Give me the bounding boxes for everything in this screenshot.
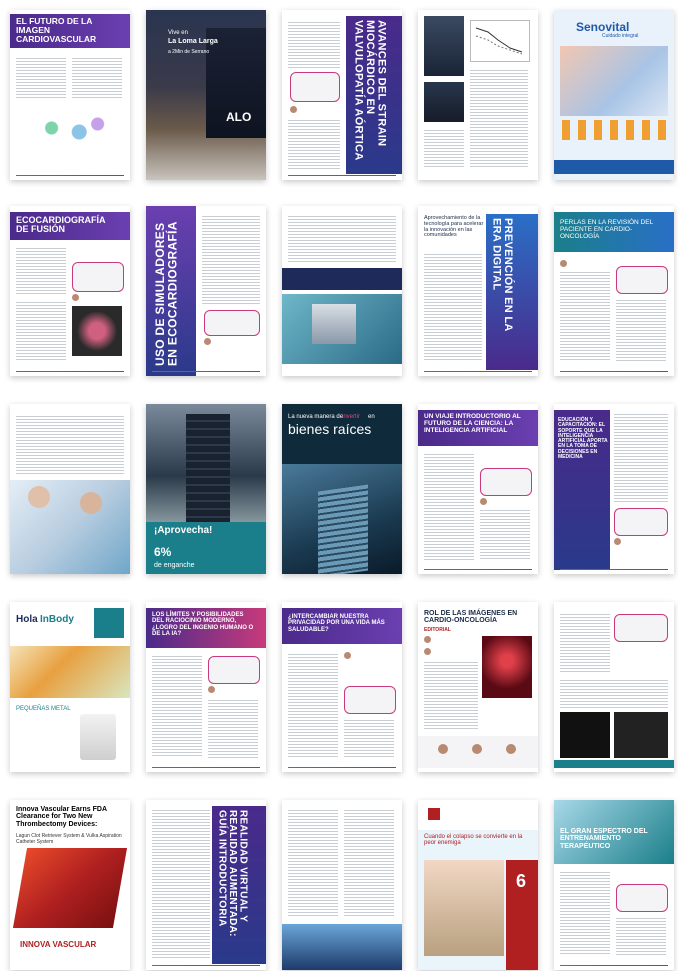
news-sub: Lagun Clot Retriever System & Vulka Aspi… [16, 833, 122, 845]
page-thumbnail[interactable] [282, 206, 402, 376]
ad-headline-accent: invertir [342, 414, 361, 420]
page-thumbnail[interactable]: EDUCACIÓN Y CAPACITACIÓN: EL SOPORTE QUE… [554, 404, 674, 574]
news-headline: Innova Vascular Earns FDA Clearance for … [16, 806, 107, 828]
page-thumbnail[interactable]: Senovital Cuidado integral [554, 10, 674, 180]
page-thumbnail[interactable]: Cuando el colapso se convierte en la peo… [418, 800, 538, 970]
article-title: UN VIAJE INTRODUCTORIO AL FUTURO DE LA C… [424, 413, 521, 434]
page-thumbnail[interactable]: USO DE SIMULADORES EN ECOCARDIOGRAFÍA [146, 206, 266, 376]
promo-amount-label: de enganche [154, 562, 195, 569]
page-thumbnail[interactable]: EL GRAN ESPECTRO DEL ENTRENAMIENTO TERAP… [554, 800, 674, 970]
page-thumbnail[interactable]: Hola InBody PEQUEÑAS METAL [10, 602, 130, 772]
page-thumbnail[interactable]: Innova Vascular Earns FDA Clearance for … [10, 800, 130, 970]
brand-logo: Senovital [576, 20, 630, 34]
page-thumbnail[interactable]: Aprovechamiento de la tecnología para ac… [418, 206, 538, 376]
article-title: ROL DE LAS IMÁGENES EN CARDIO-ONCOLOGÍA [424, 610, 518, 625]
article-title: EDUCACIÓN Y CAPACITACIÓN: EL SOPORTE QUE… [558, 417, 608, 460]
page-thumbnail[interactable]: LOS LÍMITES Y POSIBILIDADES DEL RACIOCIN… [146, 602, 266, 772]
page-thumbnail[interactable]: Vive en La Loma Larga a 2Min de Serrano … [146, 10, 266, 180]
section-label: EDITORIAL [424, 627, 451, 633]
page-thumbnail[interactable]: PERLAS EN LA REVISIÓN DEL PACIENTE EN CA… [554, 206, 674, 376]
article-title: REALIDAD VIRTUAL Y REALIDAD AUMENTADA: G… [216, 810, 249, 937]
article-title: LOS LÍMITES Y POSIBILIDADES DEL RACIOCIN… [152, 612, 254, 637]
page-thumbnail[interactable] [282, 800, 402, 970]
page-thumbnail[interactable]: ¿INTERCAMBIAR NUESTRA PRIVACIDAD POR UNA… [282, 602, 402, 772]
ad-line: La Loma Larga [168, 38, 218, 45]
page-thumbnail[interactable]: UN VIAJE INTRODUCTORIO AL FUTURO DE LA C… [418, 404, 538, 574]
magazine-page-grid: EL FUTURO DE LA IMAGEN CARDIOVASCULAR Vi… [0, 0, 678, 971]
article-title: USO DE SIMULADORES EN ECOCARDIOGRAFÍA [153, 221, 180, 366]
ad-headline: en [368, 414, 375, 420]
page-thumbnail[interactable] [10, 404, 130, 574]
page-thumbnail[interactable] [418, 10, 538, 180]
page-thumbnail[interactable] [554, 602, 674, 772]
page-thumbnail[interactable]: REALIDAD VIRTUAL Y REALIDAD AUMENTADA: G… [146, 800, 266, 970]
ad-line: Vive en [168, 30, 188, 36]
brand-tagline: Cuidado integral [602, 33, 639, 39]
promo-amount: 6% [154, 545, 172, 559]
ad-headline-big: bienes raíces [288, 421, 372, 437]
ad-headline: La nueva manera de [288, 414, 344, 420]
page-thumbnail[interactable]: EL FUTURO DE LA IMAGEN CARDIOVASCULAR [10, 10, 130, 180]
article-title: PREVENCIÓN EN LA ERA DIGITAL [490, 218, 515, 332]
article-title: ECOCARDIOGRAFÍA DE FUSIÓN [16, 215, 106, 235]
page-thumbnail[interactable]: La nueva manera de invertir en bienes ra… [282, 404, 402, 574]
article-heading: Aprovechamiento de la tecnología para ac… [424, 215, 484, 239]
brand-logo: INNOVA VASCULAR [20, 940, 97, 949]
page-thumbnail[interactable]: ¡Aprovecha! 6% de enganche [146, 404, 266, 574]
brand-logo: InBody [40, 614, 74, 625]
promo-text: ¡Aprovecha! [154, 525, 213, 536]
ad-headline: Cuando el colapso se convierte en la peo… [424, 834, 523, 847]
article-title: EL FUTURO DE LA IMAGEN CARDIOVASCULAR [16, 16, 97, 44]
page-thumbnail[interactable]: ROL DE LAS IMÁGENES EN CARDIO-ONCOLOGÍA … [418, 602, 538, 772]
brand-logo: Hola [16, 614, 38, 625]
page-thumbnail[interactable]: ECOCARDIOGRAFÍA DE FUSIÓN [10, 206, 130, 376]
article-title: PERLAS EN LA REVISIÓN DEL PACIENTE EN CA… [560, 219, 653, 240]
article-title: ¿INTERCAMBIAR NUESTRA PRIVACIDAD POR UNA… [288, 614, 385, 633]
article-title: AVANCES DEL STRAIN MIOCÁRDICO EN VALVULO… [352, 20, 388, 161]
article-title: EL GRAN ESPECTRO DEL ENTRENAMIENTO TERAP… [560, 828, 648, 850]
event-day: 6 [516, 871, 527, 891]
page-thumbnail[interactable]: AVANCES DEL STRAIN MIOCÁRDICO EN VALVULO… [282, 10, 402, 180]
ad-line: a 2Min de Serrano [168, 49, 210, 55]
brand-logo: ALO [226, 110, 252, 124]
ad-caption: PEQUEÑAS METAL [16, 706, 71, 712]
